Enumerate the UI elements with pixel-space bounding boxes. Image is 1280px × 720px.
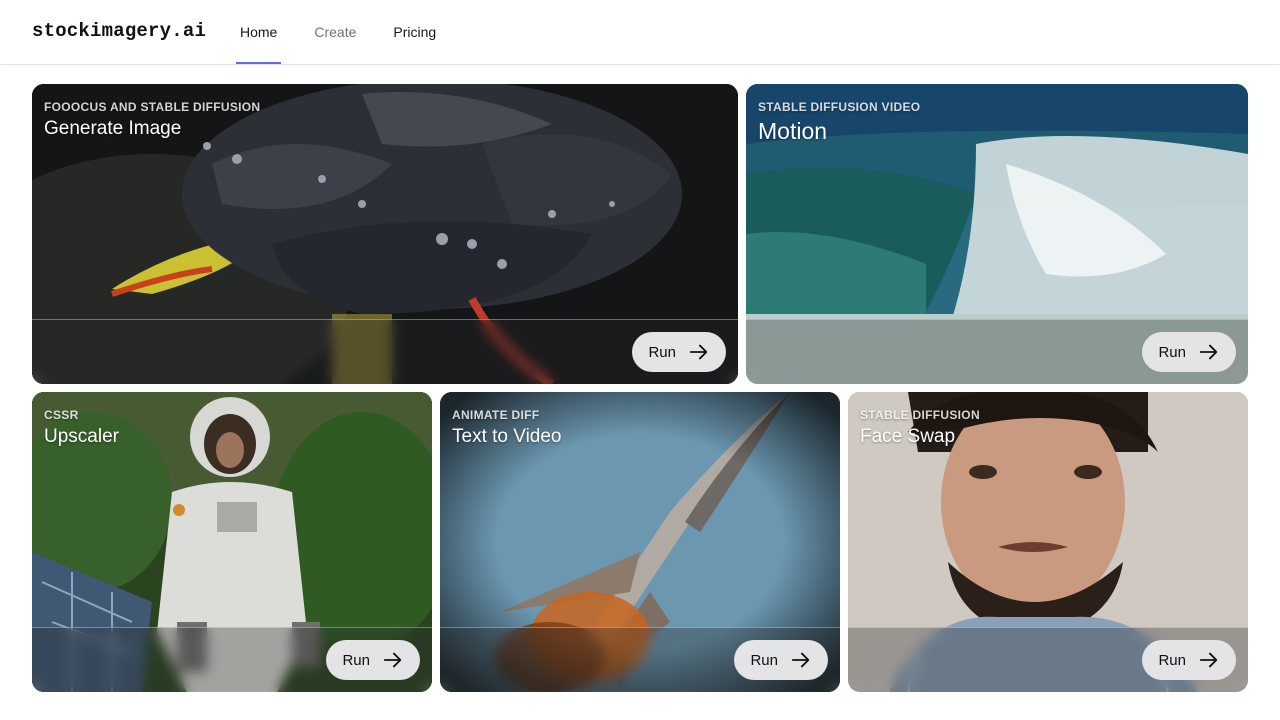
- card-motion[interactable]: STABLE DIFFUSION VIDEO Motion Run: [746, 84, 1248, 384]
- card-title: Generate Image: [44, 118, 182, 139]
- arrow-right-icon: [1199, 344, 1218, 360]
- card-caption: ANIMATE DIFF Text to Video: [452, 408, 562, 448]
- logo[interactable]: stockimagery.ai: [32, 20, 206, 42]
- nav-create[interactable]: Create: [310, 0, 360, 64]
- card-title: Motion: [758, 118, 828, 144]
- logo-dot: .: [171, 20, 183, 42]
- card-caption: STABLE DIFFUSION Face Swap: [860, 408, 980, 448]
- card-caption: FOOOCUS AND STABLE DIFFUSION Generate Im…: [44, 100, 260, 140]
- card-kicker: STABLE DIFFUSION: [860, 408, 980, 422]
- card-face-swap[interactable]: STABLE DIFFUSION Face Swap Run: [848, 392, 1248, 692]
- run-button[interactable]: Run: [1142, 640, 1236, 680]
- main-nav: Home Create Pricing: [236, 0, 469, 64]
- card-text-to-video[interactable]: ANIMATE DIFF Text to Video Run: [440, 392, 840, 692]
- logo-text: stockimagery: [32, 20, 172, 42]
- logo-suffix: ai: [182, 20, 207, 42]
- nav-pricing[interactable]: Pricing: [389, 0, 440, 64]
- card-title: Text to Video: [452, 426, 562, 447]
- arrow-right-icon: [1199, 652, 1218, 668]
- card-kicker: CSSR: [44, 408, 79, 422]
- card-kicker: STABLE DIFFUSION VIDEO: [758, 100, 921, 114]
- nav-home[interactable]: Home: [236, 0, 282, 64]
- card-caption: STABLE DIFFUSION VIDEO Motion: [758, 100, 920, 145]
- card-title: Upscaler: [44, 426, 119, 447]
- card-upscaler[interactable]: CSSR Upscaler Run: [32, 392, 432, 692]
- card-title: Face Swap: [860, 426, 956, 447]
- arrow-right-icon: [383, 652, 402, 668]
- arrow-right-icon: [689, 344, 708, 360]
- run-button[interactable]: Run: [632, 332, 726, 372]
- run-button-label: Run: [648, 343, 676, 361]
- card-kicker: FOOOCUS AND STABLE DIFFUSION: [44, 100, 261, 114]
- run-button[interactable]: Run: [326, 640, 420, 680]
- card-caption: CSSR Upscaler: [44, 408, 119, 448]
- top-navigation-bar: stockimagery.ai Home Create Pricing: [0, 0, 1280, 65]
- arrow-right-icon: [791, 652, 810, 668]
- run-button-label: Run: [1158, 343, 1186, 361]
- run-button-label: Run: [342, 651, 370, 669]
- card-generate-image[interactable]: FOOOCUS AND STABLE DIFFUSION Generate Im…: [32, 84, 738, 384]
- run-button-label: Run: [1158, 651, 1186, 669]
- run-button[interactable]: Run: [734, 640, 828, 680]
- run-button-label: Run: [750, 651, 778, 669]
- card-kicker: ANIMATE DIFF: [452, 408, 540, 422]
- run-button[interactable]: Run: [1142, 332, 1236, 372]
